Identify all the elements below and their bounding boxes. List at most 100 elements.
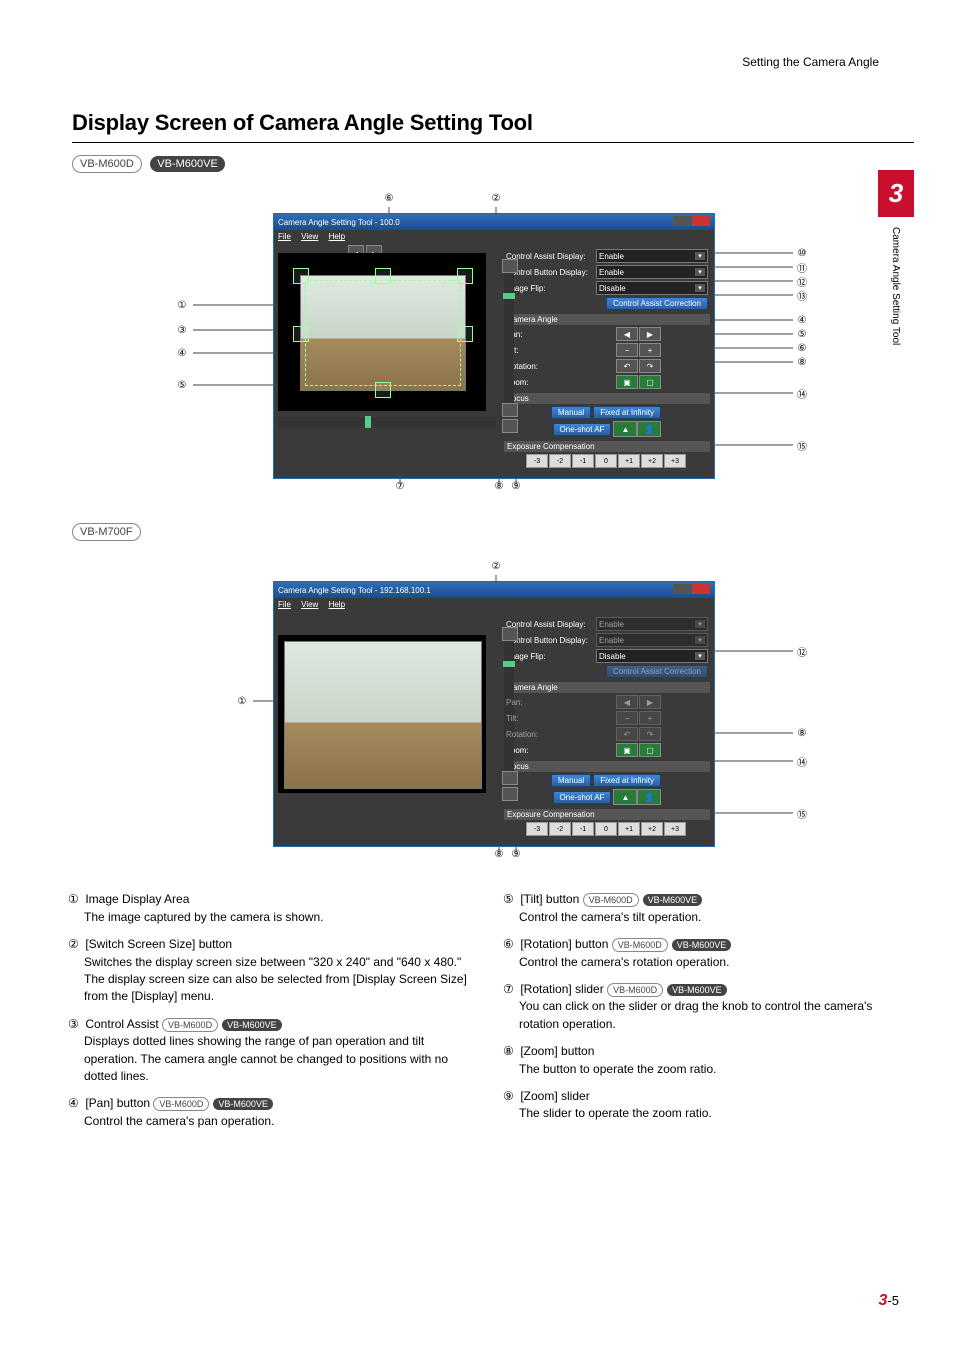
pill-m600d: VB-M600D (153, 1097, 209, 1111)
desc-num: ③ (68, 1016, 82, 1033)
chevron-down-icon[interactable]: ▾ (695, 652, 705, 660)
callout-num: ⑧ (795, 726, 809, 740)
pan-buttons[interactable]: ◀▶ (616, 327, 661, 341)
desc-col-right: ⑤ [Tilt] button VB-M600DVB-M600VEControl… (503, 891, 914, 1140)
label-zoom: Zoom: (506, 378, 596, 387)
callout-num: ⑬ (795, 288, 809, 302)
pan-handle-left[interactable] (293, 326, 309, 342)
focus-manual-button[interactable]: Manual (551, 774, 591, 787)
pill-m600ve: VB-M600VE (643, 894, 703, 906)
desc-title: [Zoom] slider (520, 1089, 589, 1103)
pill-m600ve: VB-M600VE (672, 939, 732, 951)
desc-num: ④ (68, 1095, 82, 1112)
rotation-handle[interactable] (293, 268, 309, 284)
model-row-2: VB-M700F (72, 523, 914, 541)
callout-num: ② (489, 193, 503, 204)
menu-bar[interactable]: File View Help (274, 598, 714, 611)
callout-num: ⑩ (795, 246, 809, 260)
focus-fixed-button[interactable]: Fixed at Infinity (593, 406, 661, 419)
exposure-bar[interactable]: -3-2-10+1+2+3 (526, 454, 686, 468)
focus-manual-button[interactable]: Manual (551, 406, 591, 419)
window-titlebar: Camera Angle Setting Tool - 192.168.100.… (274, 582, 714, 598)
desc-num: ⑥ (503, 936, 517, 953)
zoom-buttons[interactable]: ▣▢ (616, 375, 661, 389)
focus-far-icon[interactable]: 👤 (637, 421, 661, 437)
callout-num: ① (235, 694, 249, 708)
callout-num: ⑧ (795, 355, 809, 369)
chevron-down-icon[interactable]: ▾ (695, 268, 705, 276)
focus-oneshot-button[interactable]: One-shot AF (553, 423, 612, 436)
menu-help[interactable]: Help (329, 600, 345, 609)
zoom-out-icon[interactable] (502, 403, 518, 417)
callout-num: ⑧ (492, 849, 506, 860)
chapter-number: 3 (878, 170, 914, 217)
desc-title: [Tilt] button (520, 892, 579, 906)
zoom-slider[interactable] (504, 273, 514, 403)
desc-item: ⑤ [Tilt] button VB-M600DVB-M600VEControl… (503, 891, 914, 926)
zoom-buttons[interactable]: ▣▢ (616, 743, 661, 757)
control-assist-correction-button[interactable]: Control Assist Correction (606, 297, 708, 310)
window-buttons[interactable] (672, 216, 710, 228)
menu-view[interactable]: View (301, 600, 318, 609)
menu-view[interactable]: View (301, 232, 318, 241)
zoom-out-icon[interactable] (502, 771, 518, 785)
chevron-down-icon[interactable]: ▾ (695, 284, 705, 292)
tilt-buttons[interactable]: −+ (616, 343, 661, 357)
focus-near-icon[interactable]: ▲ (613, 789, 637, 805)
desc-num: ⑦ (503, 981, 517, 998)
section-rule (72, 142, 914, 143)
control-assist-correction-button: Control Assist Correction (606, 665, 708, 678)
select-flip[interactable]: Disable▾ (596, 649, 708, 663)
desc-body: Displays dotted lines showing the range … (84, 1033, 479, 1085)
zoom-in-icon[interactable] (502, 627, 518, 641)
focus-oneshot-button[interactable]: One-shot AF (553, 791, 612, 804)
desc-body: The slider to operate the zoom ratio. (519, 1105, 914, 1122)
label-flip: Image Flip: (506, 284, 596, 293)
desc-item: ⑧ [Zoom] button The button to operate th… (503, 1043, 914, 1078)
callout-num: ⑥ (795, 341, 809, 355)
section-camera-angle: Camera Angle (504, 314, 710, 325)
tilt-handle-top[interactable] (375, 268, 391, 284)
footer-page: -5 (887, 1293, 899, 1308)
tilt-handle-bottom[interactable] (375, 382, 391, 398)
focus-near-icon[interactable]: ▲ (613, 421, 637, 437)
callout-num: ③ (175, 323, 189, 337)
exposure-bar[interactable]: -3-2-10+1+2+3 (526, 822, 686, 836)
menu-file[interactable]: File (278, 600, 291, 609)
image-display-area[interactable] (278, 253, 486, 411)
focus-far-icon[interactable]: 👤 (637, 789, 661, 805)
focus-fixed-button[interactable]: Fixed at Infinity (593, 774, 661, 787)
rotation-buttons[interactable]: ↶↷ (616, 359, 661, 373)
chevron-down-icon[interactable]: ▾ (695, 252, 705, 260)
zoom-button[interactable] (502, 419, 518, 433)
select-flip[interactable]: Disable▾ (596, 281, 708, 295)
callout-num: ⑭ (795, 386, 809, 400)
callout-num: ⑪ (795, 260, 809, 274)
rotation-handle[interactable] (457, 268, 473, 284)
pill-m600d: VB-M600D (162, 1018, 218, 1032)
callout-num: ⑦ (393, 481, 407, 492)
menu-file[interactable]: File (278, 232, 291, 241)
pan-handle-right[interactable] (457, 326, 473, 342)
callout-num: ⑮ (795, 806, 809, 820)
menu-help[interactable]: Help (329, 232, 345, 241)
zoom-in-icon[interactable] (502, 259, 518, 273)
image-display-area[interactable] (278, 635, 486, 793)
label-cbd: Control Button Display: (506, 268, 596, 277)
desc-num: ⑧ (503, 1043, 517, 1060)
callout-num: ④ (175, 346, 189, 360)
label-pan: Pan: (506, 330, 596, 339)
select-cad[interactable]: Enable▾ (596, 249, 708, 263)
rotation-slider[interactable] (278, 417, 496, 427)
label-cbd: Control Button Display: (506, 636, 596, 645)
section-focus: Focus (504, 393, 710, 404)
description-columns: ① Image Display Area The image captured … (68, 891, 914, 1140)
zoom-button[interactable] (502, 787, 518, 801)
window-buttons[interactable] (672, 584, 710, 596)
pill-m600d: VB-M600D (612, 938, 668, 952)
select-cbd[interactable]: Enable▾ (596, 265, 708, 279)
desc-item: ① Image Display Area The image captured … (68, 891, 479, 926)
model-row-1: VB-M600D VB-M600VE (72, 155, 914, 173)
pill-vb-m700f: VB-M700F (72, 523, 141, 541)
menu-bar[interactable]: File View Help (274, 230, 714, 243)
